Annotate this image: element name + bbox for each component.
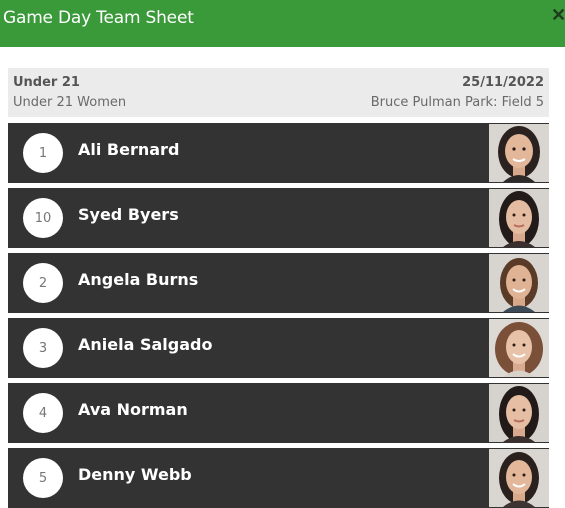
close-icon[interactable]: ✕	[551, 5, 565, 25]
player-name: Denny Webb	[78, 465, 192, 484]
jersey-number: 1	[23, 133, 63, 173]
player-name: Ali Bernard	[78, 140, 180, 159]
player-name: Angela Burns	[78, 270, 199, 289]
player-photo-icon	[489, 254, 549, 312]
player-photo-icon	[489, 124, 549, 182]
dialog-title: Game Day Team Sheet	[3, 8, 194, 28]
jersey-number: 5	[23, 458, 63, 498]
jersey-number: 4	[23, 393, 63, 433]
dialog-header: Game Day Team Sheet ✕	[0, 0, 565, 47]
player-photo-icon	[489, 384, 549, 442]
match-info-panel: Under 21 Under 21 Women 25/11/2022 Bruce…	[8, 68, 549, 117]
player-name: Ava Norman	[78, 400, 188, 419]
player-row[interactable]: 3 Aniela Salgado	[8, 318, 549, 378]
player-row[interactable]: 1 Ali Bernard	[8, 123, 549, 183]
grade-label: Under 21 Women	[13, 95, 127, 110]
player-row[interactable]: 5 Denny Webb	[8, 448, 549, 508]
player-photo-icon	[489, 319, 549, 377]
team-sheet-dialog: Game Day Team Sheet ✕ Under 21 Under 21 …	[0, 0, 565, 508]
player-row[interactable]: 4 Ava Norman	[8, 383, 549, 443]
player-photo-icon	[489, 189, 549, 247]
player-row[interactable]: 10 Syed Byers	[8, 188, 549, 248]
jersey-number: 3	[23, 328, 63, 368]
division-label: Under 21	[13, 75, 80, 90]
jersey-number: 10	[23, 198, 63, 238]
match-date: 25/11/2022	[462, 75, 544, 90]
player-photo-icon	[489, 449, 549, 507]
player-row[interactable]: 2 Angela Burns	[8, 253, 549, 313]
match-venue: Bruce Pulman Park: Field 5	[370, 95, 544, 110]
jersey-number: 2	[23, 263, 63, 303]
player-name: Syed Byers	[78, 205, 179, 224]
player-name: Aniela Salgado	[78, 335, 213, 354]
player-list: 1 Ali Bernard 10 Syed Byers 2 Angela Bur…	[8, 123, 549, 508]
